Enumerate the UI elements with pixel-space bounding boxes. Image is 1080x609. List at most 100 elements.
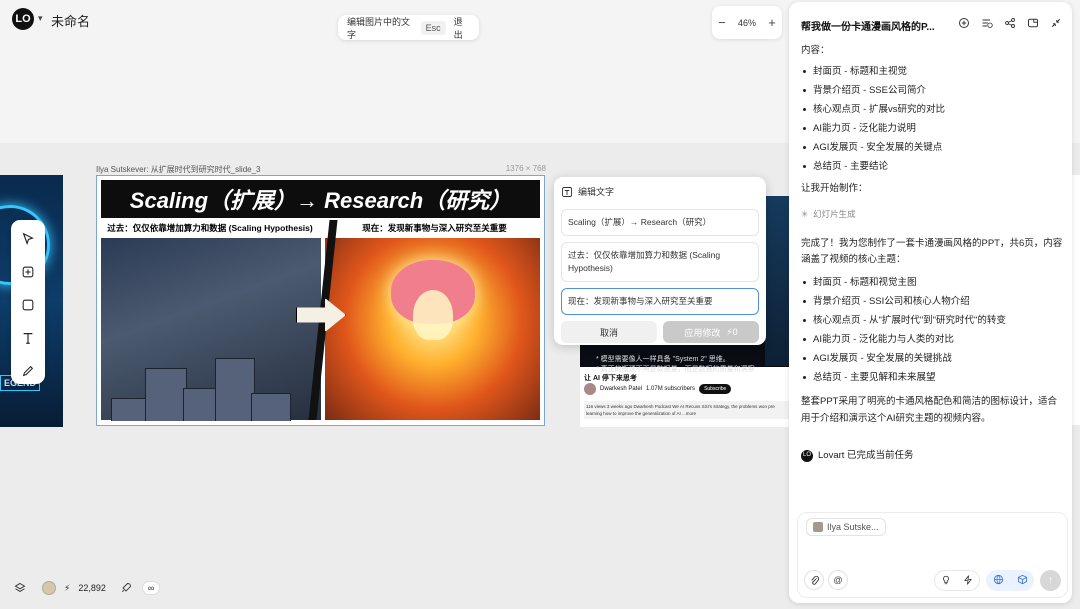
- pen-tool[interactable]: [16, 360, 40, 382]
- folder-icon: [1028, 18, 1038, 28]
- cancel-button[interactable]: 取消: [561, 321, 657, 343]
- collapse-panel-button[interactable]: [1049, 16, 1063, 30]
- text-field-2[interactable]: 过去：仅仅依靠增加算力和数据 (Scaling Hypothesis): [561, 242, 759, 282]
- plan-item: 封面页 - 标题和主视觉: [801, 62, 1063, 81]
- rocket-icon: [121, 583, 131, 593]
- arrow-up-icon: ↑: [1048, 575, 1053, 586]
- apply-changes-button[interactable]: 应用修改 ⚡ 0: [663, 321, 759, 343]
- zoom-level[interactable]: 46%: [738, 18, 756, 28]
- result-item: 封面页 - 标题和视觉主图: [801, 273, 1063, 292]
- start-message: 让我开始制作：: [801, 183, 868, 194]
- web-search-button[interactable]: [993, 572, 1004, 590]
- new-chat-button[interactable]: [957, 16, 971, 30]
- slide-thumbnail-icon: [813, 522, 823, 532]
- pencil-icon: [22, 365, 34, 377]
- files-button[interactable]: [1026, 16, 1040, 30]
- slide-caption-row: Ilya Sutskever: 从扩展时代到研究时代_slide_3 1376 …: [96, 164, 546, 175]
- subscribe-button: Subscribe: [699, 384, 732, 394]
- slide-artwork: Scaling（扩展）→ Research（研究） 过去：仅仅依靠增加算力和数据…: [101, 180, 540, 421]
- generation-label: 幻灯片生成: [813, 209, 856, 219]
- collapse-icon: [1051, 18, 1061, 28]
- result-item: AI能力页 - 泛化能力与人类的对比: [801, 330, 1063, 349]
- chat-messages: 内容： 封面页 - 标题和主视觉 背景介绍页 - SSE公司简介 核心观点页 -…: [801, 44, 1063, 462]
- send-button[interactable]: ↑: [1040, 570, 1061, 591]
- slide-right-subtitle[interactable]: 现在：发现新事物与深入研究至关重要: [327, 220, 540, 236]
- zoom-control: − 46% +: [712, 6, 782, 39]
- channel-name: Dwarkesh Patel: [600, 386, 643, 392]
- add-frame-icon: [22, 266, 34, 278]
- chevron-down-icon[interactable]: ▾: [38, 13, 43, 24]
- exit-edit-button[interactable]: 退出: [454, 15, 470, 41]
- canvas-slide-peek[interactable]: [765, 196, 792, 366]
- canvas-slide-right-edge[interactable]: [1072, 175, 1080, 425]
- chat-actions: [957, 16, 1063, 30]
- esc-key-badge: Esc: [420, 20, 446, 35]
- result-item: 背景介绍页 - SSI公司和核心人物介绍: [801, 292, 1063, 311]
- plan-list: 封面页 - 标题和主视觉 背景介绍页 - SSE公司简介 核心观点页 - 扩展v…: [801, 62, 1063, 176]
- tool-toggle-group: [986, 570, 1034, 591]
- text-field-3[interactable]: 现在：发现新事物与深入研究至关重要: [561, 288, 759, 315]
- result-item: AGI发展页 - 安全发展的关键挑战: [801, 349, 1063, 368]
- video-overlay-text: * 模型需要像人一样具备 "System 2" 思维。 * 真正的瓶颈不再是数据…: [596, 355, 755, 375]
- slide-generation-step[interactable]: ✳ 幻灯片生成: [801, 208, 1063, 221]
- result-item: 核心观点页 - 从"扩展时代"到"研究时代"的转变: [801, 311, 1063, 330]
- completion-message: 完成了！我为您制作了一套卡通漫画风格的PPT，共6页，内容涵盖了视频的核心主题：: [801, 238, 1063, 265]
- edit-text-hint: 编辑图片中的文字 Esc 退出: [338, 15, 479, 40]
- context-chip-label: Ilya Sutske...: [827, 522, 879, 532]
- credits-count[interactable]: 22,892: [78, 583, 106, 593]
- 3d-mode-button[interactable]: [1017, 572, 1028, 590]
- layers-button[interactable]: [12, 580, 28, 596]
- mention-button[interactable]: @: [828, 570, 848, 590]
- square-icon: [22, 299, 34, 311]
- edit-text-title: 编辑文字: [578, 187, 615, 197]
- plan-item: 总结页 - 主要结论: [801, 157, 1063, 176]
- idea-mode-button[interactable]: [941, 572, 951, 590]
- plan-item: 背景介绍页 - SSE公司简介: [801, 81, 1063, 100]
- lovart-logo-icon: LO: [801, 449, 813, 462]
- server-stack-graphic: [111, 338, 291, 421]
- select-tool[interactable]: [16, 228, 40, 250]
- text-icon: [23, 333, 33, 344]
- user-avatar[interactable]: [42, 581, 56, 595]
- result-item: 总结页 - 主要见解和未来展望: [801, 368, 1063, 387]
- canvas-toolbar: [11, 220, 45, 384]
- video-description: 116 views 3 weeks ago Dwarkesh Podcast W…: [584, 401, 789, 419]
- slide-banner-title[interactable]: Scaling（扩展）→ Research（研究）: [101, 180, 540, 218]
- paperclip-icon: [810, 575, 819, 585]
- slide-dimensions: 1376 × 768: [505, 164, 546, 173]
- share-button[interactable]: [1003, 16, 1017, 30]
- attach-button[interactable]: [804, 570, 824, 590]
- unlimited-badge[interactable]: ∞: [141, 581, 161, 595]
- edit-hint-label: 编辑图片中的文字: [347, 16, 411, 40]
- edit-text-header: 编辑文字: [561, 185, 759, 198]
- lightbulb-icon: [943, 575, 949, 584]
- video-title: 让 AI 停下来思考: [584, 375, 637, 382]
- zoom-out-button[interactable]: −: [718, 15, 726, 30]
- cursor-icon: [22, 232, 34, 246]
- content-heading: 内容：: [801, 45, 830, 56]
- text-field-1[interactable]: Scaling（扩展）→ Research（研究）: [561, 209, 759, 236]
- zoom-in-button[interactable]: +: [768, 15, 776, 30]
- credits-lightning-icon: ⚡: [64, 582, 71, 593]
- overlay-line-1: * 模型需要像人一样具备 "System 2" 思维。: [596, 356, 730, 363]
- frame-tool[interactable]: [16, 261, 40, 283]
- shape-tool[interactable]: [16, 294, 40, 316]
- selected-slide[interactable]: Scaling（扩展）→ Research（研究） 过去：仅仅依靠增加算力和数据…: [96, 175, 545, 426]
- slide-left-subtitle[interactable]: 过去：仅仅依靠增加算力和数据 (Scaling Hypothesis): [101, 220, 319, 236]
- history-button[interactable]: [980, 16, 994, 30]
- app-logo[interactable]: LO: [12, 8, 34, 30]
- fast-mode-button[interactable]: [963, 572, 973, 590]
- project-title[interactable]: 未命名: [51, 11, 90, 30]
- slide-caption: Ilya Sutskever: 从扩展时代到研究时代_slide_3: [96, 165, 261, 174]
- chat-input-box[interactable]: Ilya Sutske... @ ↑: [797, 512, 1068, 598]
- text-tool[interactable]: [16, 327, 40, 349]
- boost-button[interactable]: [118, 580, 134, 596]
- globe-icon: [993, 574, 1003, 584]
- edit-actions: 取消 应用修改 ⚡ 0: [561, 321, 759, 343]
- share-icon: [1005, 18, 1015, 28]
- context-chip[interactable]: Ilya Sutske...: [806, 518, 886, 536]
- plus-circle-icon: [959, 18, 969, 28]
- apply-label: 应用修改: [684, 327, 721, 338]
- edit-text-icon: [562, 186, 572, 197]
- summary-message: 整套PPT采用了明亮的卡通风格配色和简洁的图标设计，适合用于介绍和演示这个AI研…: [801, 396, 1057, 424]
